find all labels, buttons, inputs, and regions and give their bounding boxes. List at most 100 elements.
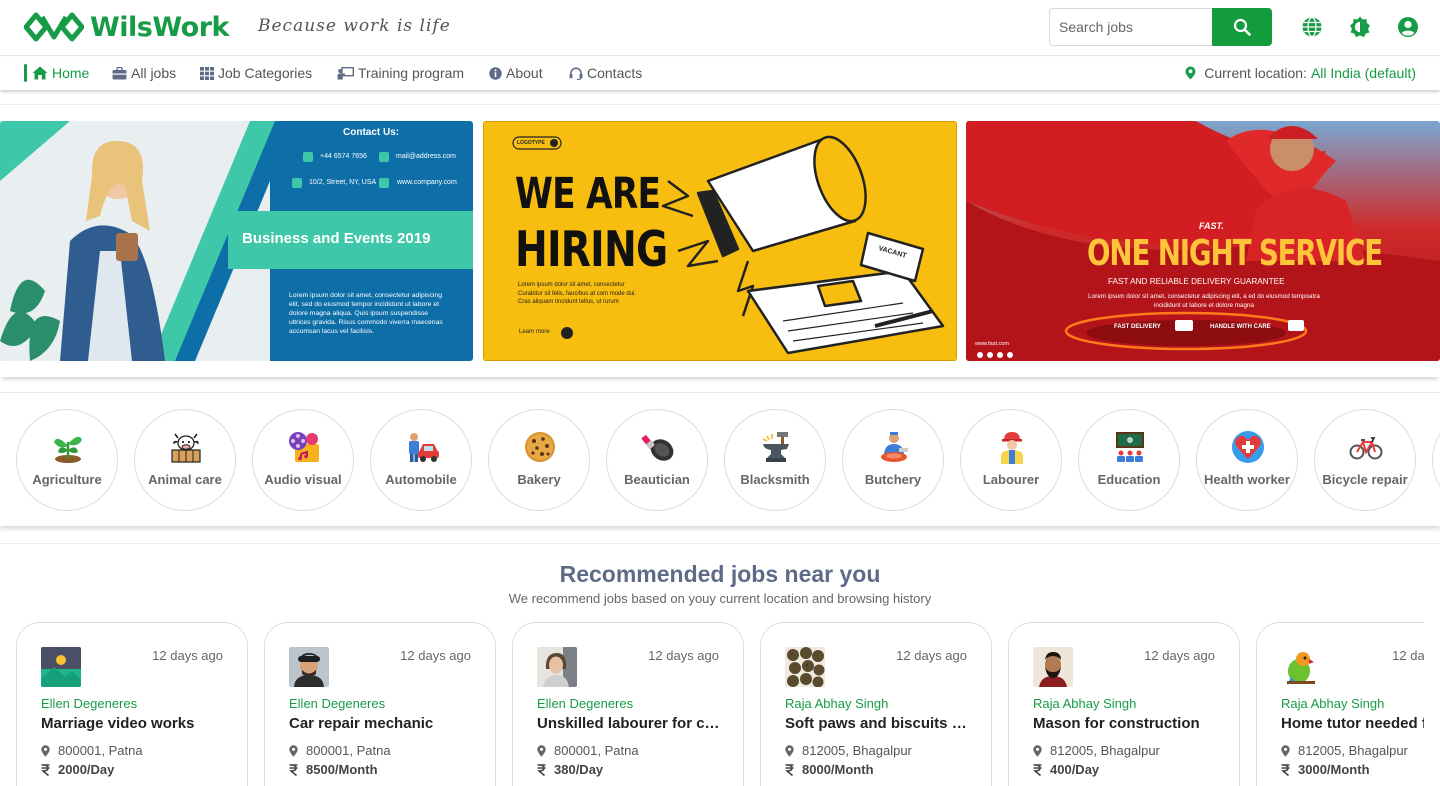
category-audio-visual[interactable]: Audio visual <box>252 409 354 511</box>
search-button[interactable] <box>1212 8 1272 46</box>
theme-icon[interactable] <box>1349 16 1371 38</box>
category-animal-care[interactable]: Animal care <box>134 409 236 511</box>
banner2-headline-1: WE ARE <box>515 169 661 219</box>
category-automobile[interactable]: Automobile <box>370 409 472 511</box>
nav-job-categories[interactable]: Job Categories <box>200 65 312 81</box>
category-next[interactable] <box>1432 409 1440 511</box>
job-card[interactable]: 12 days ago Raja Abhay Singh Home tutor … <box>1256 622 1424 786</box>
job-location-text: 800001, Patna <box>306 743 391 758</box>
map-pin-icon <box>41 744 50 757</box>
lipstick-icon <box>641 435 674 461</box>
category-label: Beautician <box>624 472 690 487</box>
cow-icon <box>171 433 201 463</box>
banner-one-night-service[interactable]: FAST. ONE NIGHT SERVICE FAST AND RELIABL… <box>966 121 1440 361</box>
job-card[interactable]: 12 days ago Raja Abhay Singh Mason for c… <box>1008 622 1240 786</box>
category-blacksmith[interactable]: Blacksmith <box>724 409 826 511</box>
job-title: Soft paws and biscuits maker <box>785 715 971 732</box>
tagline: Because work is life <box>258 16 451 36</box>
category-label: Bakery <box>517 472 561 487</box>
job-card[interactable]: 12 days ago Ellen Degeneres Unskilled la… <box>512 622 744 786</box>
map-pin-icon <box>785 744 794 757</box>
category-agriculture[interactable]: Agriculture <box>16 409 118 511</box>
current-location: Current location: All India (default) <box>1185 65 1416 81</box>
job-location-text: 800001, Patna <box>554 743 639 758</box>
banner3-feature-1: FAST DELIVERY <box>1114 324 1161 330</box>
poster-name[interactable]: Raja Abhay Singh <box>1281 696 1384 711</box>
category-bakery[interactable]: Bakery <box>488 409 590 511</box>
banner3-web: www.fast.com <box>975 341 1009 347</box>
map-pin-icon <box>1033 744 1042 757</box>
poster-name[interactable]: Raja Abhay Singh <box>785 696 888 711</box>
banner3-feature-2: HANDLE WITH CARE <box>1210 324 1271 330</box>
job-location: 800001, Patna <box>289 743 391 758</box>
nav-home[interactable]: Home <box>32 65 89 81</box>
grid-icon <box>200 66 214 80</box>
category-label: Butchery <box>864 472 922 487</box>
nav-all-jobs[interactable]: All jobs <box>112 65 176 81</box>
nav-about[interactable]: About <box>489 65 543 81</box>
main-nav: Home All jobs Job Categories Training pr… <box>0 57 1440 90</box>
map-pin-icon <box>1281 744 1290 757</box>
user-icon[interactable] <box>1397 16 1419 38</box>
banner-we-are-hiring[interactable]: LOGOTYPE WE ARE HIRING Lorem ipsum dolor… <box>483 121 957 361</box>
delivery-truck-icon <box>1175 320 1193 331</box>
globe-icon[interactable] <box>1301 16 1323 38</box>
butcher-icon <box>881 432 908 462</box>
job-pay: 8000/Month <box>785 762 874 777</box>
job-thumbnail <box>1033 647 1073 687</box>
rupee-icon <box>1033 763 1042 776</box>
job-pay-text: 380/Day <box>554 762 604 777</box>
category-labourer[interactable]: Labourer <box>960 409 1062 511</box>
location-value[interactable]: All India (default) <box>1311 65 1416 81</box>
job-card[interactable]: 12 days ago Raja Abhay Singh Soft paws a… <box>760 622 992 786</box>
nav-contacts[interactable]: Contacts <box>569 65 642 81</box>
cookie-icon <box>525 432 555 462</box>
rupee-icon <box>289 763 298 776</box>
nav-training-program[interactable]: Training program <box>337 65 464 81</box>
posted-ago: 12 days ago <box>152 648 223 663</box>
brand-logo[interactable]: WilsWork <box>24 10 230 44</box>
info-icon <box>489 66 502 80</box>
banner2-body: Lorem ipsum dolor sit amet, consectetur … <box>518 282 637 305</box>
category-label: Automobile <box>385 472 457 487</box>
rupee-icon <box>1281 763 1290 776</box>
woman-photo <box>537 647 577 687</box>
category-bicycle-repair[interactable]: Bicycle repair <box>1314 409 1416 511</box>
category-label: Animal care <box>148 472 222 487</box>
category-education[interactable]: Education <box>1078 409 1180 511</box>
posted-ago: 12 days ago <box>400 648 471 663</box>
rupee-icon <box>41 763 50 776</box>
category-label: Agriculture <box>32 472 102 487</box>
job-location: 812005, Bhagalpur <box>785 743 912 758</box>
logo-mark-icon <box>24 12 84 42</box>
category-label: Education <box>1097 472 1161 487</box>
category-butchery[interactable]: Butchery <box>842 409 944 511</box>
posted-ago: 12 days ago <box>1392 648 1424 663</box>
banner1-contact-heading: Contact Us: <box>343 127 400 138</box>
poster-name[interactable]: Ellen Degeneres <box>41 696 137 711</box>
poster-name[interactable]: Ellen Degeneres <box>289 696 385 711</box>
job-pay: 400/Day <box>1033 762 1099 777</box>
chalkboard-icon <box>337 66 354 79</box>
job-card[interactable]: 12 days ago Ellen Degeneres Marriage vid… <box>16 622 248 786</box>
map-pin-icon <box>1185 66 1196 80</box>
search-bar <box>1049 8 1272 46</box>
category-beautician[interactable]: Beautician <box>606 409 708 511</box>
posted-ago: 12 days ago <box>896 648 967 663</box>
nav-contacts-label: Contacts <box>587 65 643 81</box>
headset-icon <box>569 67 583 80</box>
category-health-worker[interactable]: Health worker <box>1196 409 1298 511</box>
mail-icon <box>379 152 389 162</box>
poster-name[interactable]: Raja Abhay Singh <box>1033 696 1136 711</box>
job-location-text: 812005, Bhagalpur <box>1050 743 1160 758</box>
job-card[interactable]: 12 days ago Ellen Degeneres Car repair m… <box>264 622 496 786</box>
poster-name[interactable]: Ellen Degeneres <box>537 696 633 711</box>
plant-icon <box>54 436 82 463</box>
job-location: 812005, Bhagalpur <box>1033 743 1160 758</box>
search-input[interactable] <box>1049 8 1212 46</box>
job-location: 800001, Patna <box>537 743 639 758</box>
divider <box>0 104 1440 105</box>
banner-business-events[interactable]: Contact Us: +44 6574 7656 mail@address.c… <box>0 121 473 361</box>
banner3-body: Lorem ipsum dolor sit amet, consectetur … <box>1088 293 1320 309</box>
job-pay-text: 8500/Month <box>306 762 378 777</box>
